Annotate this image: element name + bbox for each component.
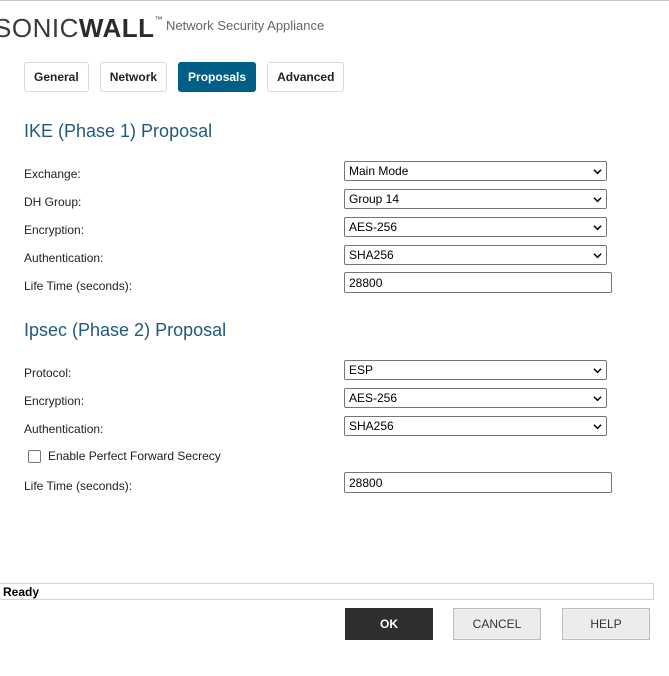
ike-encryption-value: AES-256 [349,220,398,234]
protocol-label: Protocol: [24,366,72,380]
chevron-down-icon [593,197,602,203]
chevron-down-icon [593,396,602,402]
help-button[interactable]: HELP [562,608,650,640]
brand-header: SONICWALL™ [0,13,163,43]
ipsec-encryption-value: AES-256 [349,391,398,405]
exchange-label: Exchange: [24,167,81,181]
sonicwall-logo: SONICWALL™ [0,13,163,44]
ike-authentication-select[interactable]: SHA256 [344,245,607,265]
ipsec-lifetime-label: Life Time (seconds): [24,479,133,493]
chevron-down-icon [593,368,602,374]
vpn-policy-window: SONICWALL™ Network Security Appliance Ge… [0,0,669,676]
exchange-value: Main Mode [349,164,409,178]
ipsec-encryption-label: Encryption: [24,394,85,408]
status-bar: Ready [0,583,654,600]
tab-proposals[interactable]: Proposals [178,62,257,92]
chevron-down-icon [593,424,602,430]
ike-authentication-value: SHA256 [349,248,394,262]
ike-section-title: IKE (Phase 1) Proposal [24,121,213,141]
protocol-value: ESP [349,363,374,377]
ipsec-authentication-value: SHA256 [349,419,394,433]
ipsec-authentication-label: Authentication: [24,422,104,436]
chevron-down-icon [593,253,602,259]
tab-general[interactable]: General [24,62,89,92]
product-subtitle: Network Security Appliance [166,18,325,33]
ike-lifetime-input[interactable]: 28800 [344,272,612,293]
pfs-checkbox[interactable] [28,449,41,463]
status-text: Ready [3,584,40,599]
dh-group-label: DH Group: [24,195,82,209]
chevron-down-icon [593,225,602,231]
cancel-button[interactable]: CANCEL [453,608,541,640]
tab-advanced[interactable]: Advanced [267,62,345,92]
ike-encryption-select[interactable]: AES-256 [344,217,607,237]
dh-group-select[interactable]: Group 14 [344,189,607,209]
logo-suffix: WALL [78,12,155,43]
ipsec-section-title: Ipsec (Phase 2) Proposal [24,320,227,340]
ipsec-encryption-select[interactable]: AES-256 [344,388,607,408]
ipsec-lifetime-input[interactable]: 28800 [344,472,612,493]
protocol-select[interactable]: ESP [344,360,607,380]
pfs-option: Enable Perfect Forward Secrecy [28,449,221,463]
logo-prefix: SONIC [0,12,79,43]
pfs-label: Enable Perfect Forward Secrecy [48,449,221,463]
ike-lifetime-label: Life Time (seconds): [24,279,133,293]
ike-authentication-label: Authentication: [24,251,104,265]
exchange-select[interactable]: Main Mode [344,161,607,181]
tab-network[interactable]: Network [99,62,168,92]
tab-bar: General Network Proposals Advanced [24,62,345,92]
dh-group-value: Group 14 [349,192,400,206]
ipsec-authentication-select[interactable]: SHA256 [344,416,607,436]
logo-trademark: ™ [154,14,163,24]
ok-button[interactable]: OK [345,608,433,640]
chevron-down-icon [593,169,602,175]
ike-encryption-label: Encryption: [24,223,85,237]
